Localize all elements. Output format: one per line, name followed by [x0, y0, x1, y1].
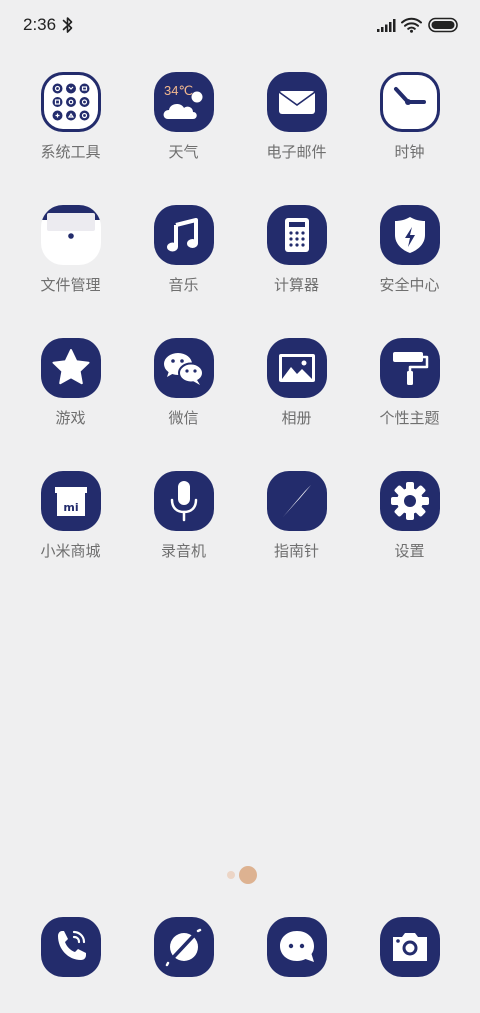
app-label: 时钟 [394, 143, 425, 161]
picture-icon [266, 338, 327, 398]
app-wechat[interactable]: 微信 [127, 338, 240, 471]
page-indicator[interactable] [226, 866, 258, 884]
folder-icon [40, 205, 101, 265]
app-clock[interactable]: 时钟 [353, 72, 466, 205]
app-label: 天气 [168, 143, 199, 161]
app-grid: 系统工具 34℃ 天气 电子邮件 时钟 文件管理 音乐 计算器 安全中心 游戏 … [14, 72, 466, 604]
mail-envelope-icon [266, 72, 327, 132]
app-weather[interactable]: 34℃ 天气 [127, 72, 240, 205]
status-time: 2:36 [23, 15, 57, 34]
signal-icon [377, 19, 396, 32]
weather-cloud-icon: 34℃ [153, 72, 214, 132]
mi-logo-text: mi [63, 501, 78, 514]
app-label: 文件管理 [40, 276, 101, 294]
gear-icon [379, 471, 440, 531]
battery-icon [428, 17, 458, 33]
app-label: 计算器 [273, 276, 319, 294]
calculator-icon [266, 205, 327, 265]
microphone-icon [153, 471, 214, 531]
app-label: 游戏 [55, 409, 86, 427]
app-label: 设置 [394, 542, 425, 560]
wechat-icon [153, 338, 214, 398]
app-mi-store[interactable]: mi 小米商城 [14, 471, 127, 604]
star-icon [40, 338, 101, 398]
app-label: 电子邮件 [266, 143, 327, 161]
app-label: 个性主题 [379, 409, 440, 427]
compass-icon [266, 471, 327, 531]
app-gallery[interactable]: 相册 [240, 338, 353, 471]
phone-icon[interactable] [40, 917, 101, 977]
bluetooth-icon [62, 17, 73, 33]
app-label: 指南针 [273, 542, 319, 560]
app-games[interactable]: 游戏 [14, 338, 127, 471]
mi-store-icon: mi [40, 471, 101, 531]
paint-roller-icon [379, 338, 440, 398]
app-compass[interactable]: 指南针 [240, 471, 353, 604]
status-bar: 2:36 [0, 0, 480, 52]
app-security-center[interactable]: 安全中心 [353, 205, 466, 338]
wifi-icon [401, 17, 422, 33]
app-recorder[interactable]: 录音机 [127, 471, 240, 604]
tools-folder-icon [40, 72, 101, 132]
page-dot-1[interactable] [227, 871, 235, 879]
weather-temperature: 34℃ [164, 83, 193, 98]
app-email[interactable]: 电子邮件 [240, 72, 353, 205]
app-calculator[interactable]: 计算器 [240, 205, 353, 338]
app-themes[interactable]: 个性主题 [353, 338, 466, 471]
dock [14, 917, 466, 977]
app-label: 录音机 [160, 542, 206, 560]
app-settings[interactable]: 设置 [353, 471, 466, 604]
page-dot-2-active[interactable] [239, 866, 257, 884]
shield-bolt-icon [379, 205, 440, 265]
messages-icon[interactable] [266, 917, 327, 977]
app-label: 相册 [281, 409, 312, 427]
app-music[interactable]: 音乐 [127, 205, 240, 338]
app-label: 小米商城 [40, 542, 101, 560]
clock-icon [379, 72, 440, 132]
browser-icon[interactable] [153, 917, 214, 977]
app-label: 音乐 [168, 276, 199, 294]
music-note-icon [153, 205, 214, 265]
app-file-manager[interactable]: 文件管理 [14, 205, 127, 338]
app-system-tools[interactable]: 系统工具 [14, 72, 127, 205]
app-label: 安全中心 [379, 276, 440, 294]
app-label: 系统工具 [40, 143, 101, 161]
app-label: 微信 [168, 409, 199, 427]
camera-icon[interactable] [379, 917, 440, 977]
